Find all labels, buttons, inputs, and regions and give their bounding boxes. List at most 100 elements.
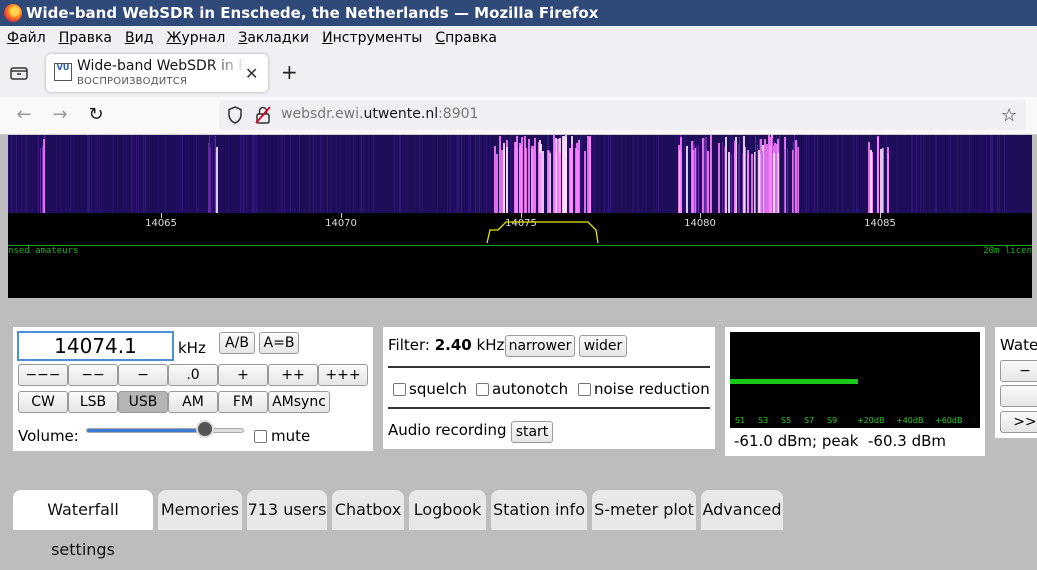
- mode-fm-button[interactable]: FM: [218, 391, 268, 413]
- noise-streak: [925, 135, 926, 213]
- waterfall-spectrogram[interactable]: [8, 135, 1032, 213]
- forward-arrow-icon[interactable]: →: [48, 103, 72, 127]
- volume-slider-track[interactable]: [86, 428, 244, 433]
- signal-streak: [747, 150, 749, 213]
- tracking-shield-icon[interactable]: [227, 106, 243, 124]
- noise-streak: [936, 135, 937, 213]
- noise-streak: [123, 135, 124, 213]
- tab-close-icon[interactable]: ✕: [245, 64, 258, 83]
- signal-streak: [724, 146, 725, 213]
- signal-streak: [696, 146, 697, 213]
- noise-streak: [256, 135, 257, 213]
- menu-history[interactable]: Журнал: [166, 27, 225, 49]
- signal-streak: [764, 139, 766, 213]
- tab-waterfall-settings[interactable]: Waterfall settings: [13, 490, 153, 559]
- step-down-1-button[interactable]: −: [118, 364, 168, 386]
- url-bar[interactable]: websdr.ewi.utwente.nl:8901 ☆: [219, 100, 1026, 130]
- s-meter-label-s5: S5: [781, 416, 792, 425]
- s-meter-label-plus40: +40dB: [896, 416, 924, 425]
- noise-streak: [368, 135, 369, 213]
- insecure-lock-icon[interactable]: [255, 106, 271, 124]
- url-text[interactable]: websdr.ewi.utwente.nl:8901: [281, 106, 478, 122]
- tab-list-button[interactable]: [8, 62, 30, 84]
- new-tab-icon[interactable]: +: [281, 60, 298, 84]
- noise-streak: [732, 135, 733, 213]
- waterfall-display[interactable]: 14065 14070 14075 14080 14085 nsed amate…: [8, 135, 1032, 298]
- tab-users[interactable]: 713 users: [247, 490, 327, 530]
- tab-logbook[interactable]: Logbook: [409, 490, 486, 530]
- menu-bookmarks[interactable]: Закладки: [238, 27, 309, 49]
- volume-slider-fill: [87, 429, 206, 432]
- noise-reduction-checkbox[interactable]: [578, 383, 591, 396]
- reload-icon[interactable]: ↻: [84, 103, 108, 127]
- signal-streak: [793, 142, 794, 213]
- step-up-2-button[interactable]: ++: [268, 364, 318, 386]
- menu-edit[interactable]: Правка: [59, 27, 112, 49]
- noise-streak: [684, 135, 685, 213]
- signal-streak: [577, 150, 579, 213]
- mode-cw-button[interactable]: CW: [18, 391, 68, 413]
- filter-narrower-button[interactable]: narrower: [505, 335, 575, 357]
- noise-streak: [196, 135, 197, 213]
- tab-s-meter-plot[interactable]: S-meter plot: [592, 490, 696, 530]
- filter-wider-button[interactable]: wider: [579, 335, 627, 357]
- vfo-ab-button[interactable]: A/B: [219, 332, 255, 354]
- noise-streak: [66, 135, 67, 213]
- waterfall-option-button[interactable]: [1000, 385, 1037, 407]
- mute-checkbox[interactable]: [254, 430, 267, 443]
- noise-streak: [581, 135, 582, 213]
- mode-lsb-button[interactable]: LSB: [68, 391, 118, 413]
- menu-view[interactable]: Вид: [125, 27, 153, 49]
- autonotch-checkbox[interactable]: [476, 383, 489, 396]
- signal-streak: [559, 153, 561, 213]
- noise-streak: [658, 135, 659, 213]
- noise-streak: [456, 135, 457, 213]
- squelch-checkbox[interactable]: [393, 383, 406, 396]
- waterfall-minus-button[interactable]: −: [1000, 360, 1037, 382]
- tab-chatbox[interactable]: Chatbox: [332, 490, 404, 530]
- noise-streak: [26, 135, 27, 213]
- noise-streak: [361, 135, 362, 213]
- noise-streak: [360, 135, 361, 213]
- volume-slider-handle[interactable]: [195, 420, 214, 438]
- signal-streak: [738, 144, 739, 213]
- noise-streak: [261, 135, 262, 213]
- tab-memories[interactable]: Memories: [158, 490, 242, 530]
- mode-usb-button[interactable]: USB: [118, 391, 168, 413]
- step-up-1-button[interactable]: +: [218, 364, 268, 386]
- waterfall-forward-button[interactable]: >>: [1000, 411, 1037, 433]
- s-meter-bar: [730, 379, 858, 384]
- noise-streak: [685, 135, 686, 213]
- frequency-unit: kHz: [178, 339, 206, 357]
- bookmark-star-icon[interactable]: ☆: [1001, 105, 1017, 126]
- step-down-2-button[interactable]: −−: [68, 364, 118, 386]
- tab-station-info[interactable]: Station info: [491, 490, 587, 530]
- signal-streak: [209, 135, 210, 213]
- step-down-3-button[interactable]: −−−: [18, 364, 68, 386]
- noise-streak: [92, 135, 93, 213]
- round-frequency-button[interactable]: .0: [168, 364, 218, 386]
- menu-help[interactable]: Справка: [435, 27, 497, 49]
- frequency-scale[interactable]: 14065 14070 14075 14080 14085: [8, 213, 1032, 243]
- back-arrow-icon[interactable]: ←: [12, 103, 36, 127]
- noise-streak: [604, 135, 605, 213]
- passband-indicator[interactable]: [8, 213, 1032, 243]
- menu-file[interactable]: Файл: [7, 27, 46, 49]
- noise-streak: [682, 135, 683, 213]
- menu-tools[interactable]: Инструменты: [322, 27, 422, 49]
- signal-streak: [739, 137, 740, 213]
- step-up-3-button[interactable]: +++: [318, 364, 368, 386]
- noise-streak: [70, 135, 71, 213]
- signal-streak: [571, 144, 573, 213]
- noise-streak: [327, 135, 328, 213]
- frequency-panel: kHz A/B A=B −−− −− − .0 + ++ +++ CW LSB …: [13, 327, 373, 451]
- browser-tab-active[interactable]: VU Wide-band WebSDR in Enschede, the Net…: [46, 54, 268, 92]
- mode-amsync-button[interactable]: AMsync: [268, 391, 330, 413]
- mode-am-button[interactable]: AM: [168, 391, 218, 413]
- recording-start-button[interactable]: start: [511, 421, 553, 443]
- vfo-a-equals-b-button[interactable]: A=B: [259, 332, 299, 354]
- frequency-input[interactable]: [17, 331, 174, 361]
- tab-advanced[interactable]: Advanced: [701, 490, 783, 530]
- signal-streak: [883, 148, 884, 213]
- noise-streak: [95, 135, 96, 213]
